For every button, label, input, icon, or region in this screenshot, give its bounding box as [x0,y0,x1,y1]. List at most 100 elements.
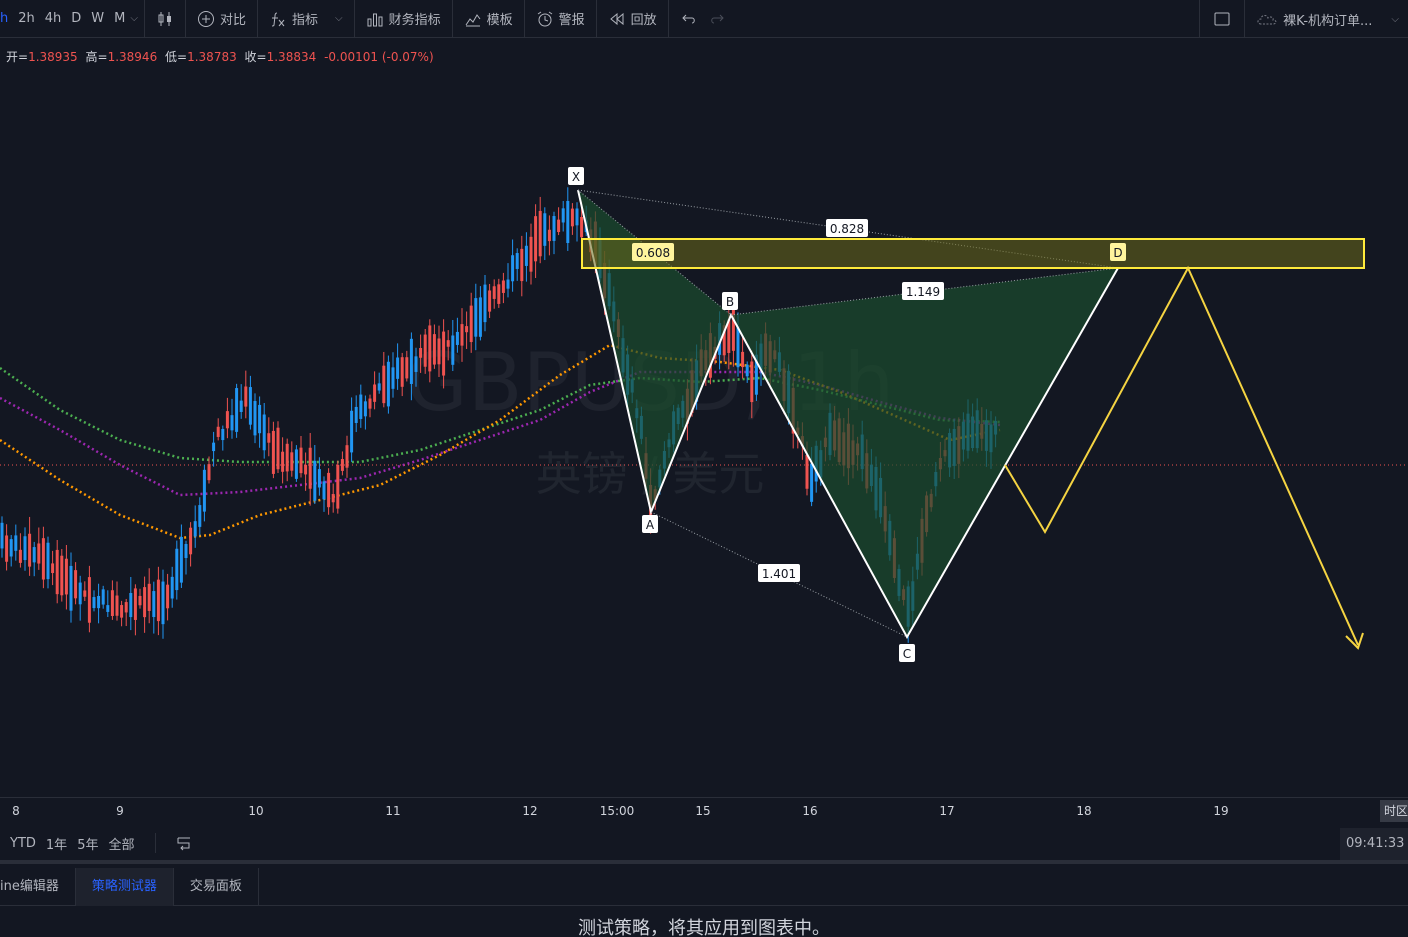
timeframe-2h[interactable]: 2h [13,11,40,26]
candle-body [92,597,96,609]
compare-button[interactable]: 对比 [192,0,251,38]
layout-button[interactable]: 裸K-机构订单... ⌵ [1251,0,1404,38]
time-axis[interactable]: 8 9 10 11 12 15:00 15 16 17 18 19 [0,797,1408,825]
candle-body [428,325,432,372]
time-tick: 19 [1213,804,1229,818]
point-a-text: A [646,518,655,532]
candle-body [0,522,4,549]
timeframe-4h[interactable]: 4h [40,11,67,26]
replay-group: 回放 [597,0,669,38]
indicators-dropdown-icon[interactable]: ⌵ [335,13,343,24]
fullscreen-button[interactable] [1208,0,1236,38]
timeframe-dropdown-icon[interactable]: ⌵ [130,13,138,24]
candle-body [446,340,450,347]
timeframe-w[interactable]: W [86,11,109,26]
plus-circle-icon [197,10,215,28]
candle-body [345,445,349,468]
candle-body [423,334,427,367]
candle-body [561,208,565,223]
clock-display[interactable]: 09:41:33 ( [1340,828,1408,860]
candle-body [294,449,298,479]
timeframe-h[interactable]: h [0,11,13,26]
templates-button[interactable]: 模板 [459,0,518,38]
goto-date-button[interactable] [170,828,198,858]
candle-body [248,387,252,425]
timeframe-m[interactable]: M [109,11,130,26]
candle-body [138,595,142,606]
point-label-a: A [642,515,658,533]
alerts-group: 警报 [525,0,597,38]
range-divider [155,833,157,853]
candle-body [460,324,464,346]
candle-body [322,481,326,500]
time-tick: 15 [695,804,711,818]
candle-body [414,356,418,372]
candle-body [469,305,473,343]
candle-body [175,548,179,591]
target-zone-box[interactable] [581,238,1365,269]
indicators-group: 指标 ⌵ [258,0,355,38]
candle-body [750,361,754,403]
candle-body [299,447,303,474]
tab-pine-editor[interactable]: ine编辑器 [0,868,76,906]
layout-dropdown-icon[interactable]: ⌵ [1391,14,1399,25]
candle-body [478,297,482,337]
candle-body [5,535,9,562]
timeframe-d[interactable]: D [66,11,86,26]
strategy-tester-message: 测试策略，将其应用到图表中。 [578,918,830,937]
candle-body [501,280,505,293]
candle-body [41,538,45,580]
indicators-button[interactable]: 指标 ⌵ [264,0,348,38]
financials-button[interactable]: 财务指标 [361,0,446,38]
replay-button[interactable]: 回放 [603,0,662,38]
candle-body [377,383,381,391]
redo-icon [708,10,726,28]
candle-body [465,326,469,333]
candle-body [51,563,55,574]
candle-body [225,411,229,429]
candle-body [336,464,340,509]
candle-body [110,590,114,616]
candle-body [405,357,409,379]
fx-icon [269,10,287,28]
layout-group: 裸K-机构订单... ⌵ [1245,0,1408,38]
candle-body [124,602,128,613]
undo-button[interactable] [675,0,703,38]
candle-body [524,245,528,266]
candle-body [202,469,206,512]
candle-body [212,442,216,452]
candle-body [83,590,87,597]
candle-body [419,347,423,358]
tab-strategy-tester[interactable]: 策略测试器 [75,868,174,906]
candle-body [23,536,27,561]
candle-body [741,351,745,368]
range-all-button[interactable]: 全部 [103,834,139,853]
candle-body [317,469,321,488]
timezone-label[interactable]: 时区 [1380,800,1408,822]
candle-body [400,357,404,387]
candle-body [538,210,542,257]
toolbar-right: 裸K-机构订单... ⌵ [1199,0,1408,38]
candle-body [515,253,519,269]
redo-button[interactable] [703,0,731,38]
candle-body [359,394,363,419]
range-ytd-button[interactable]: YTD [0,836,41,851]
ratio-label-bd: 1.149 [902,282,944,300]
alerts-button[interactable]: 警报 [531,0,590,38]
time-tick: 15:00 [599,804,635,818]
point-label-c: C [899,644,915,662]
candle-body [382,365,386,404]
candles-icon [156,10,174,28]
square-icon [1213,10,1231,28]
goto-date-icon [175,834,193,852]
range-5y-button[interactable]: 5年 [72,834,103,853]
candle-body [492,286,496,299]
chart-type-button[interactable] [151,0,179,38]
candle-body [511,255,515,282]
price-chart[interactable]: GBPUSD, 1h 英镑 / 美元 X A B C D [0,39,1408,797]
candle-body [106,605,110,612]
range-1y-button[interactable]: 1年 [41,834,72,853]
candle-body [170,576,174,599]
tab-trading-panel[interactable]: 交易面板 [174,868,259,906]
candle-body [18,549,22,563]
